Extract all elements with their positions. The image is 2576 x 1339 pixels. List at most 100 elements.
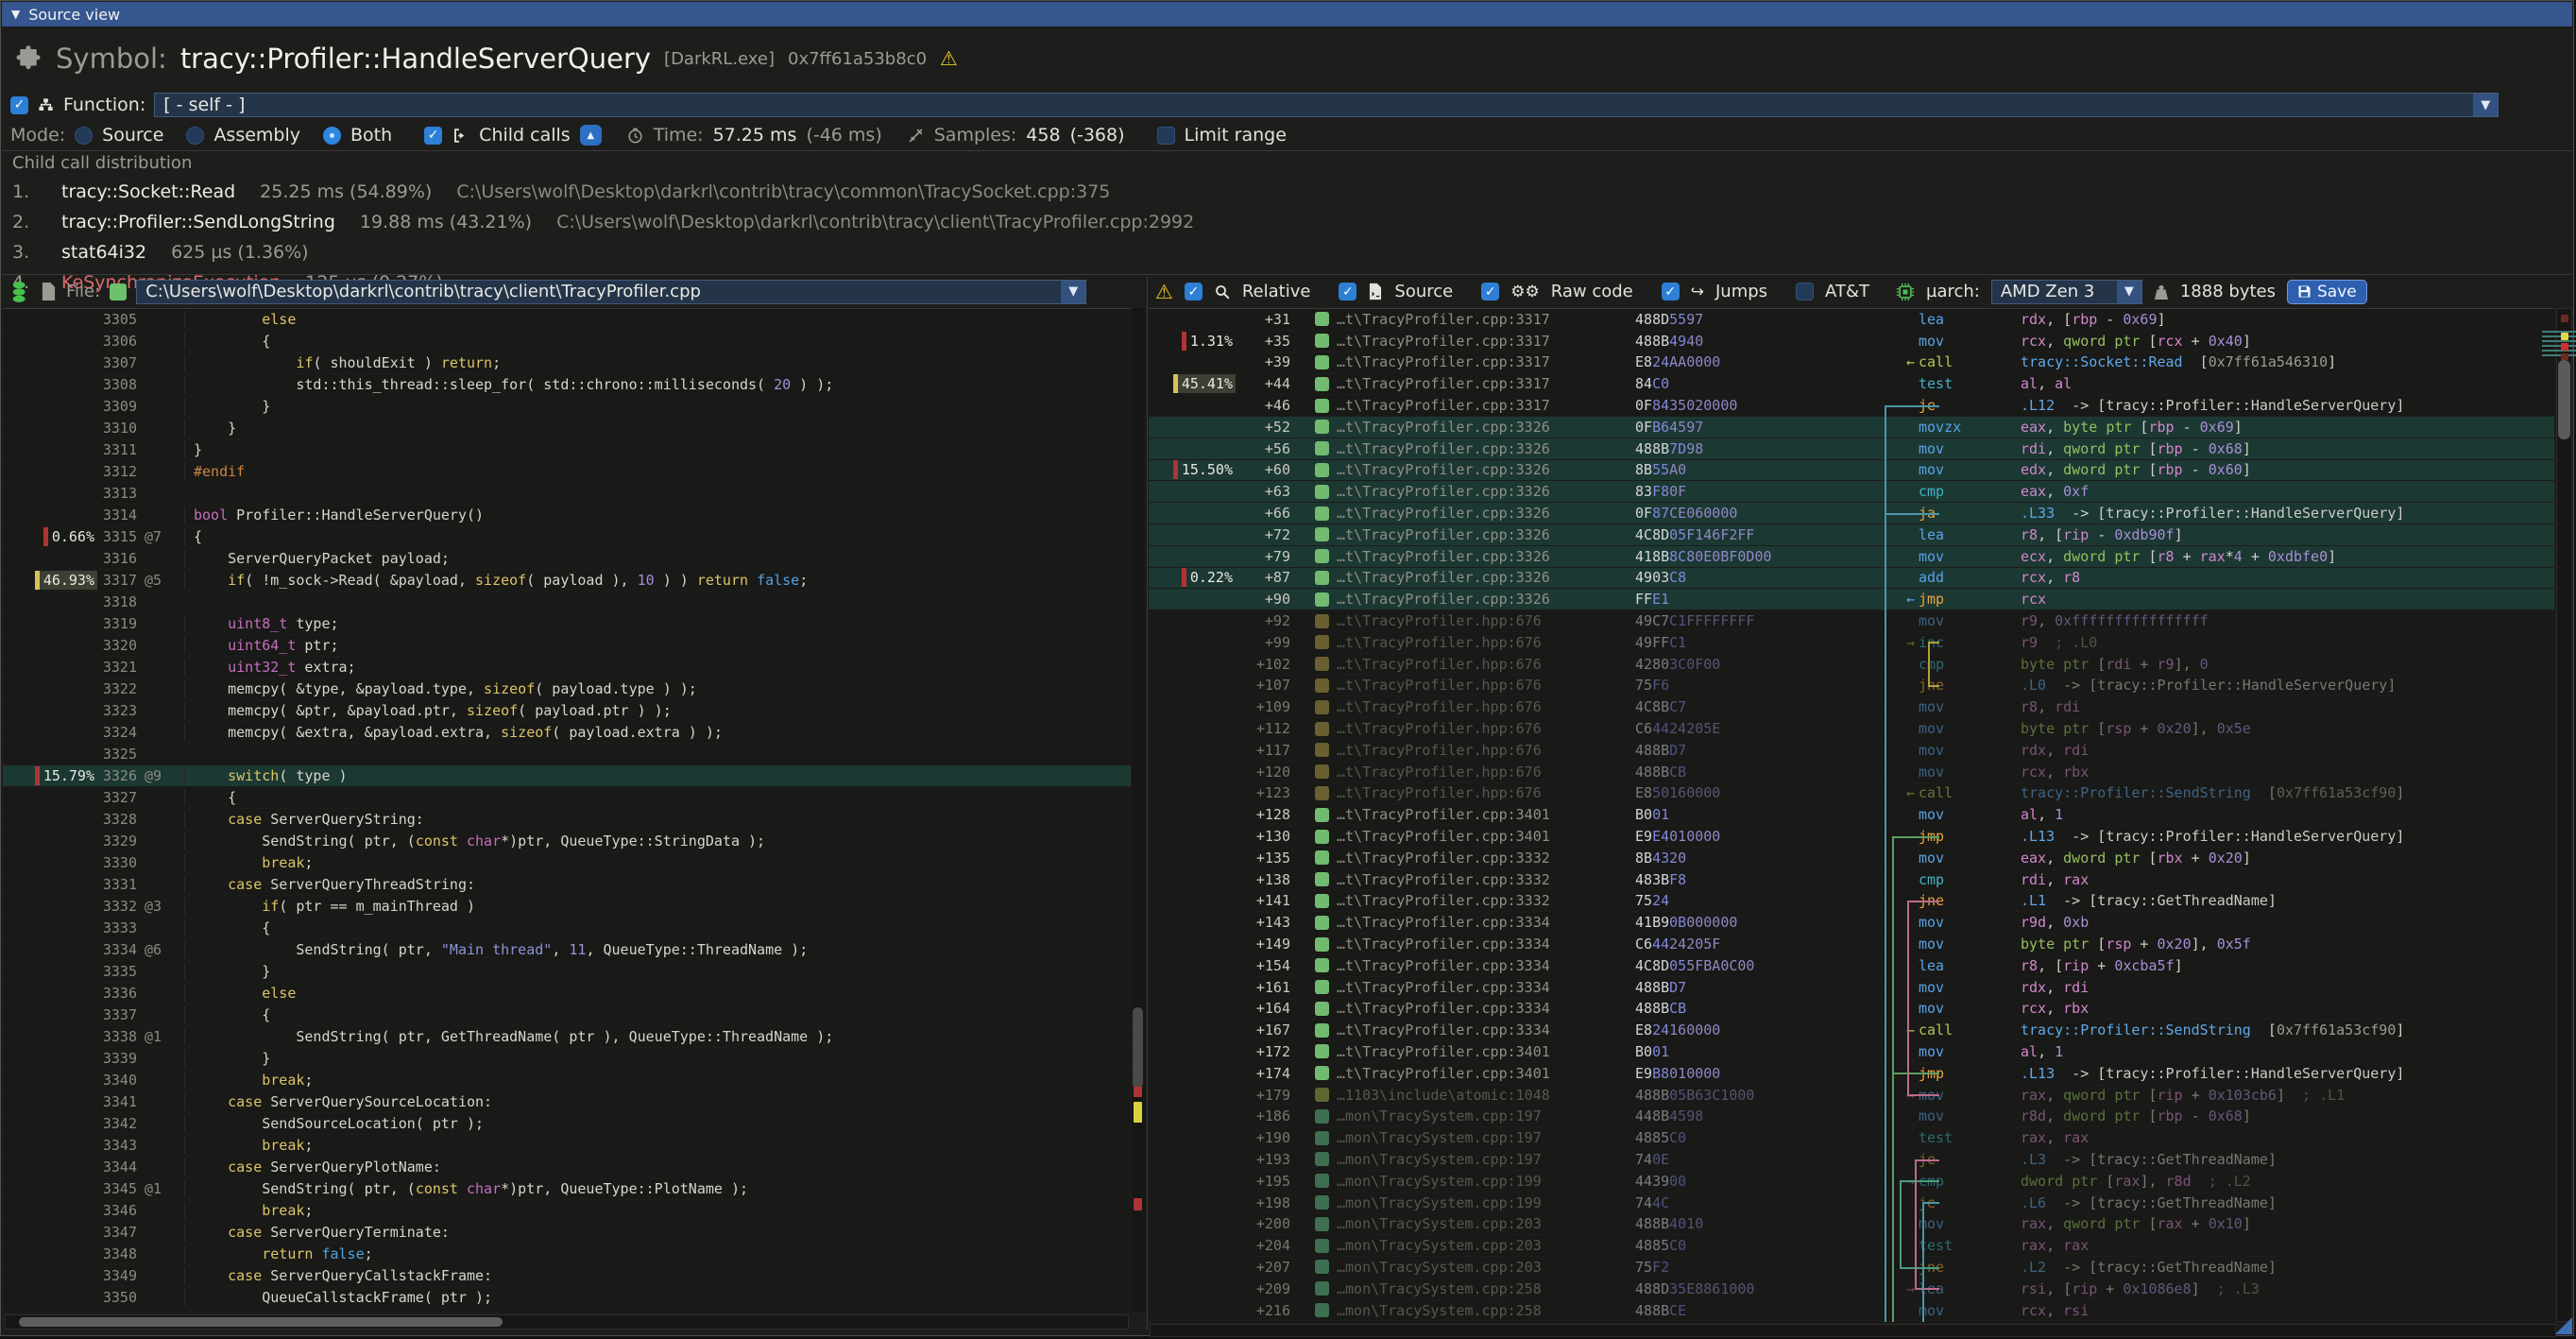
att-checkbox[interactable] bbox=[1796, 283, 1814, 300]
window-resize-grip[interactable] bbox=[2555, 1317, 2572, 1334]
source-line-row[interactable]: 15.79%3326@9 switch( type ) bbox=[3, 765, 1131, 787]
asm-row[interactable]: +66…t\TracyProfiler.cpp:33260F87CE060000… bbox=[1149, 503, 2554, 524]
source-line-row[interactable]: 3319 uint8_t type; bbox=[3, 613, 1131, 635]
file-combobox[interactable]: C:\Users\wolf\Desktop\darkrl\contrib\tra… bbox=[136, 280, 1086, 304]
source-line-row[interactable]: 3321 uint32_t extra; bbox=[3, 657, 1131, 678]
source-line-row[interactable]: 3313 bbox=[3, 483, 1131, 505]
asm-location[interactable]: …t\TracyProfiler.hpp:676 bbox=[1337, 784, 1609, 801]
asm-row[interactable]: +102…t\TracyProfiler.hpp:67642803C0F00cm… bbox=[1149, 654, 2554, 676]
chevron-down-icon[interactable]: ▼ bbox=[1061, 281, 1085, 303]
asm-row[interactable]: +112…t\TracyProfiler.hpp:676C64424205Emo… bbox=[1149, 718, 2554, 740]
asm-row[interactable]: +117…t\TracyProfiler.hpp:676488BD7movrdx… bbox=[1149, 740, 2554, 762]
asm-location[interactable]: …t\TracyProfiler.cpp:3401 bbox=[1337, 1043, 1609, 1060]
asm-row[interactable]: +90…t\TracyProfiler.cpp:3326FFE1←jmprcx bbox=[1149, 589, 2554, 610]
source-line-row[interactable]: 3347 case ServerQueryTerminate: bbox=[3, 1222, 1131, 1244]
source-line-row[interactable]: 3334@6 SendString( ptr, "Main thread", 1… bbox=[3, 939, 1131, 961]
source-line-row[interactable]: 3336 else bbox=[3, 983, 1131, 1004]
source-line-row[interactable]: 3344 case ServerQueryPlotName: bbox=[3, 1157, 1131, 1178]
source-line-row[interactable]: 3314bool Profiler::HandleServerQuery() bbox=[3, 505, 1131, 526]
asm-location[interactable]: …t\TracyProfiler.cpp:3326 bbox=[1337, 548, 1609, 565]
asm-row[interactable]: +31…t\TracyProfiler.cpp:3317488D5597lear… bbox=[1149, 309, 2554, 331]
asm-row[interactable]: +154…t\TracyProfiler.cpp:33344C8D055FBA0… bbox=[1149, 955, 2554, 977]
asm-location[interactable]: …t\TracyProfiler.hpp:676 bbox=[1337, 677, 1609, 694]
source-line-row[interactable]: 3339 } bbox=[3, 1048, 1131, 1070]
asm-location[interactable]: …1103\include\atomic:1048 bbox=[1337, 1087, 1609, 1104]
asm-row[interactable]: +190…mon\TracySystem.cpp:1974885C0testra… bbox=[1149, 1127, 2554, 1149]
source-line-row[interactable]: 3312#endif bbox=[3, 461, 1131, 483]
asm-location[interactable]: …t\TracyProfiler.cpp:3326 bbox=[1337, 526, 1609, 543]
asm-row[interactable]: +56…t\TracyProfiler.cpp:3326488B7D98movr… bbox=[1149, 438, 2554, 460]
uarch-combobox[interactable]: AMD Zen 3 ▼ bbox=[1991, 280, 2142, 304]
source-line-row[interactable]: 3332@3 if( ptr == m_mainThread ) bbox=[3, 896, 1131, 918]
asm-location[interactable]: …mon\TracySystem.cpp:197 bbox=[1337, 1107, 1609, 1124]
asm-location[interactable]: …t\TracyProfiler.cpp:3334 bbox=[1337, 914, 1609, 931]
asm-location[interactable]: …t\TracyProfiler.cpp:3401 bbox=[1337, 828, 1609, 845]
asm-row[interactable]: 45.41%+44…t\TracyProfiler.cpp:331784C0te… bbox=[1149, 373, 2554, 395]
source-line-row[interactable]: 3305 else bbox=[3, 309, 1131, 331]
asm-location[interactable]: …mon\TracySystem.cpp:199 bbox=[1337, 1173, 1609, 1190]
asm-location[interactable]: …t\TracyProfiler.cpp:3334 bbox=[1337, 957, 1609, 974]
source-line-row[interactable]: 3330 break; bbox=[3, 852, 1131, 874]
radio-assembly[interactable] bbox=[186, 127, 204, 145]
source-line-row[interactable]: 3341 case ServerQuerySourceLocation: bbox=[3, 1091, 1131, 1113]
asm-row[interactable]: +172…t\TracyProfiler.cpp:3401B001moval, … bbox=[1149, 1041, 2554, 1063]
source-line-row[interactable]: 3308 std::this_thread::sleep_for( std::c… bbox=[3, 374, 1131, 396]
asm-location[interactable]: …mon\TracySystem.cpp:197 bbox=[1337, 1151, 1609, 1168]
asm-row[interactable]: 1.31%+35…t\TracyProfiler.cpp:3317488B494… bbox=[1149, 331, 2554, 352]
limit-range-checkbox[interactable] bbox=[1157, 127, 1175, 145]
source-checkbox[interactable]: ✓ bbox=[1339, 283, 1356, 300]
asm-location[interactable]: …t\TracyProfiler.hpp:676 bbox=[1337, 742, 1609, 759]
source-line-row[interactable]: 3320 uint64_t ptr; bbox=[3, 635, 1131, 657]
asm-location[interactable]: …t\TracyProfiler.cpp:3401 bbox=[1337, 1065, 1609, 1082]
source-line-row[interactable]: 3346 break; bbox=[3, 1200, 1131, 1222]
asm-location[interactable]: …t\TracyProfiler.cpp:3326 bbox=[1337, 440, 1609, 457]
source-line-row[interactable]: 3323 memcpy( &ptr, &payload.ptr, sizeof(… bbox=[3, 700, 1131, 722]
asm-row[interactable]: +207…mon\TracySystem.cpp:20375F2jne.L2 -… bbox=[1149, 1257, 2554, 1279]
asm-row[interactable]: +138…t\TracyProfiler.cpp:3332483BF8cmprd… bbox=[1149, 869, 2554, 891]
asm-location[interactable]: …t\TracyProfiler.hpp:676 bbox=[1337, 634, 1609, 651]
asm-row[interactable]: +164…t\TracyProfiler.cpp:3334488BCBmovrc… bbox=[1149, 999, 2554, 1021]
child-call-row[interactable]: 2.tracy::Profiler::SendLongString19.88 m… bbox=[12, 207, 2563, 237]
asm-location[interactable]: …mon\TracySystem.cpp:203 bbox=[1337, 1237, 1609, 1254]
source-line-row[interactable]: 3331 case ServerQueryThreadString: bbox=[3, 874, 1131, 896]
asm-location[interactable]: …t\TracyProfiler.cpp:3332 bbox=[1337, 871, 1609, 888]
source-line-row[interactable]: 0.66%3315@7{ bbox=[3, 526, 1131, 548]
pane-divider[interactable] bbox=[1147, 277, 1148, 1330]
asm-row[interactable]: +107…t\TracyProfiler.hpp:67675F6jne.L0 -… bbox=[1149, 676, 2554, 697]
source-line-row[interactable]: 3340 break; bbox=[3, 1070, 1131, 1091]
asm-location[interactable]: …t\TracyProfiler.hpp:676 bbox=[1337, 656, 1609, 673]
asm-row[interactable]: +174…t\TracyProfiler.cpp:3401E9B8010000j… bbox=[1149, 1063, 2554, 1085]
source-line-row[interactable]: 3311} bbox=[3, 439, 1131, 461]
chevron-down-icon[interactable]: ▼ bbox=[2117, 281, 2141, 303]
source-line-row[interactable]: 3322 memcpy( &type, &payload.type, sizeo… bbox=[3, 678, 1131, 700]
asm-location[interactable]: …t\TracyProfiler.cpp:3334 bbox=[1337, 979, 1609, 996]
asm-location[interactable]: …t\TracyProfiler.cpp:3332 bbox=[1337, 892, 1609, 909]
asm-location[interactable]: …t\TracyProfiler.hpp:676 bbox=[1337, 698, 1609, 715]
relative-checkbox[interactable]: ✓ bbox=[1185, 283, 1203, 300]
source-line-row[interactable]: 3337 { bbox=[3, 1004, 1131, 1026]
source-line-row[interactable]: 3307 if( shouldExit ) return; bbox=[3, 352, 1131, 374]
asm-row[interactable]: +99…t\TracyProfiler.hpp:67649FFC1→incr9 … bbox=[1149, 632, 2554, 654]
asm-location[interactable]: …t\TracyProfiler.cpp:3326 bbox=[1337, 505, 1609, 522]
source-line-row[interactable]: 3338@1 SendString( ptr, GetThreadName( p… bbox=[3, 1026, 1131, 1048]
asm-location[interactable]: …t\TracyProfiler.cpp:3334 bbox=[1337, 1021, 1609, 1039]
asm-location[interactable]: …t\TracyProfiler.cpp:3317 bbox=[1337, 333, 1609, 350]
collapse-up-button[interactable]: ▲ bbox=[580, 125, 602, 146]
asm-location[interactable]: …t\TracyProfiler.cpp:3326 bbox=[1337, 419, 1609, 436]
source-vertical-scrollbar[interactable] bbox=[1132, 308, 1145, 1312]
asm-row[interactable]: +109…t\TracyProfiler.hpp:6764C8BC7movr8,… bbox=[1149, 696, 2554, 718]
window-titlebar[interactable]: ▼ Source view bbox=[2, 2, 2572, 26]
asm-location[interactable]: …mon\TracySystem.cpp:203 bbox=[1337, 1215, 1609, 1232]
asm-row[interactable]: +167…t\TracyProfiler.cpp:3334E824160000←… bbox=[1149, 1020, 2554, 1041]
asm-location[interactable]: …t\TracyProfiler.cpp:3317 bbox=[1337, 311, 1609, 328]
asm-location[interactable]: …t\TracyProfiler.hpp:676 bbox=[1337, 612, 1609, 629]
source-line-row[interactable]: 3348 return false; bbox=[3, 1244, 1131, 1265]
asm-location[interactable]: …t\TracyProfiler.cpp:3401 bbox=[1337, 806, 1609, 823]
jumps-checkbox[interactable]: ✓ bbox=[1662, 283, 1680, 300]
radio-source[interactable] bbox=[75, 127, 93, 145]
asm-location[interactable]: …t\TracyProfiler.cpp:3326 bbox=[1337, 569, 1609, 586]
function-combobox[interactable]: [ - self - ] ▼ bbox=[154, 93, 2499, 117]
asm-location[interactable]: …t\TracyProfiler.cpp:3326 bbox=[1337, 461, 1609, 478]
asm-row[interactable]: 0.22%+87…t\TracyProfiler.cpp:33264903C8a… bbox=[1149, 568, 2554, 590]
asm-row[interactable]: +128…t\TracyProfiler.cpp:3401B001moval, … bbox=[1149, 804, 2554, 826]
